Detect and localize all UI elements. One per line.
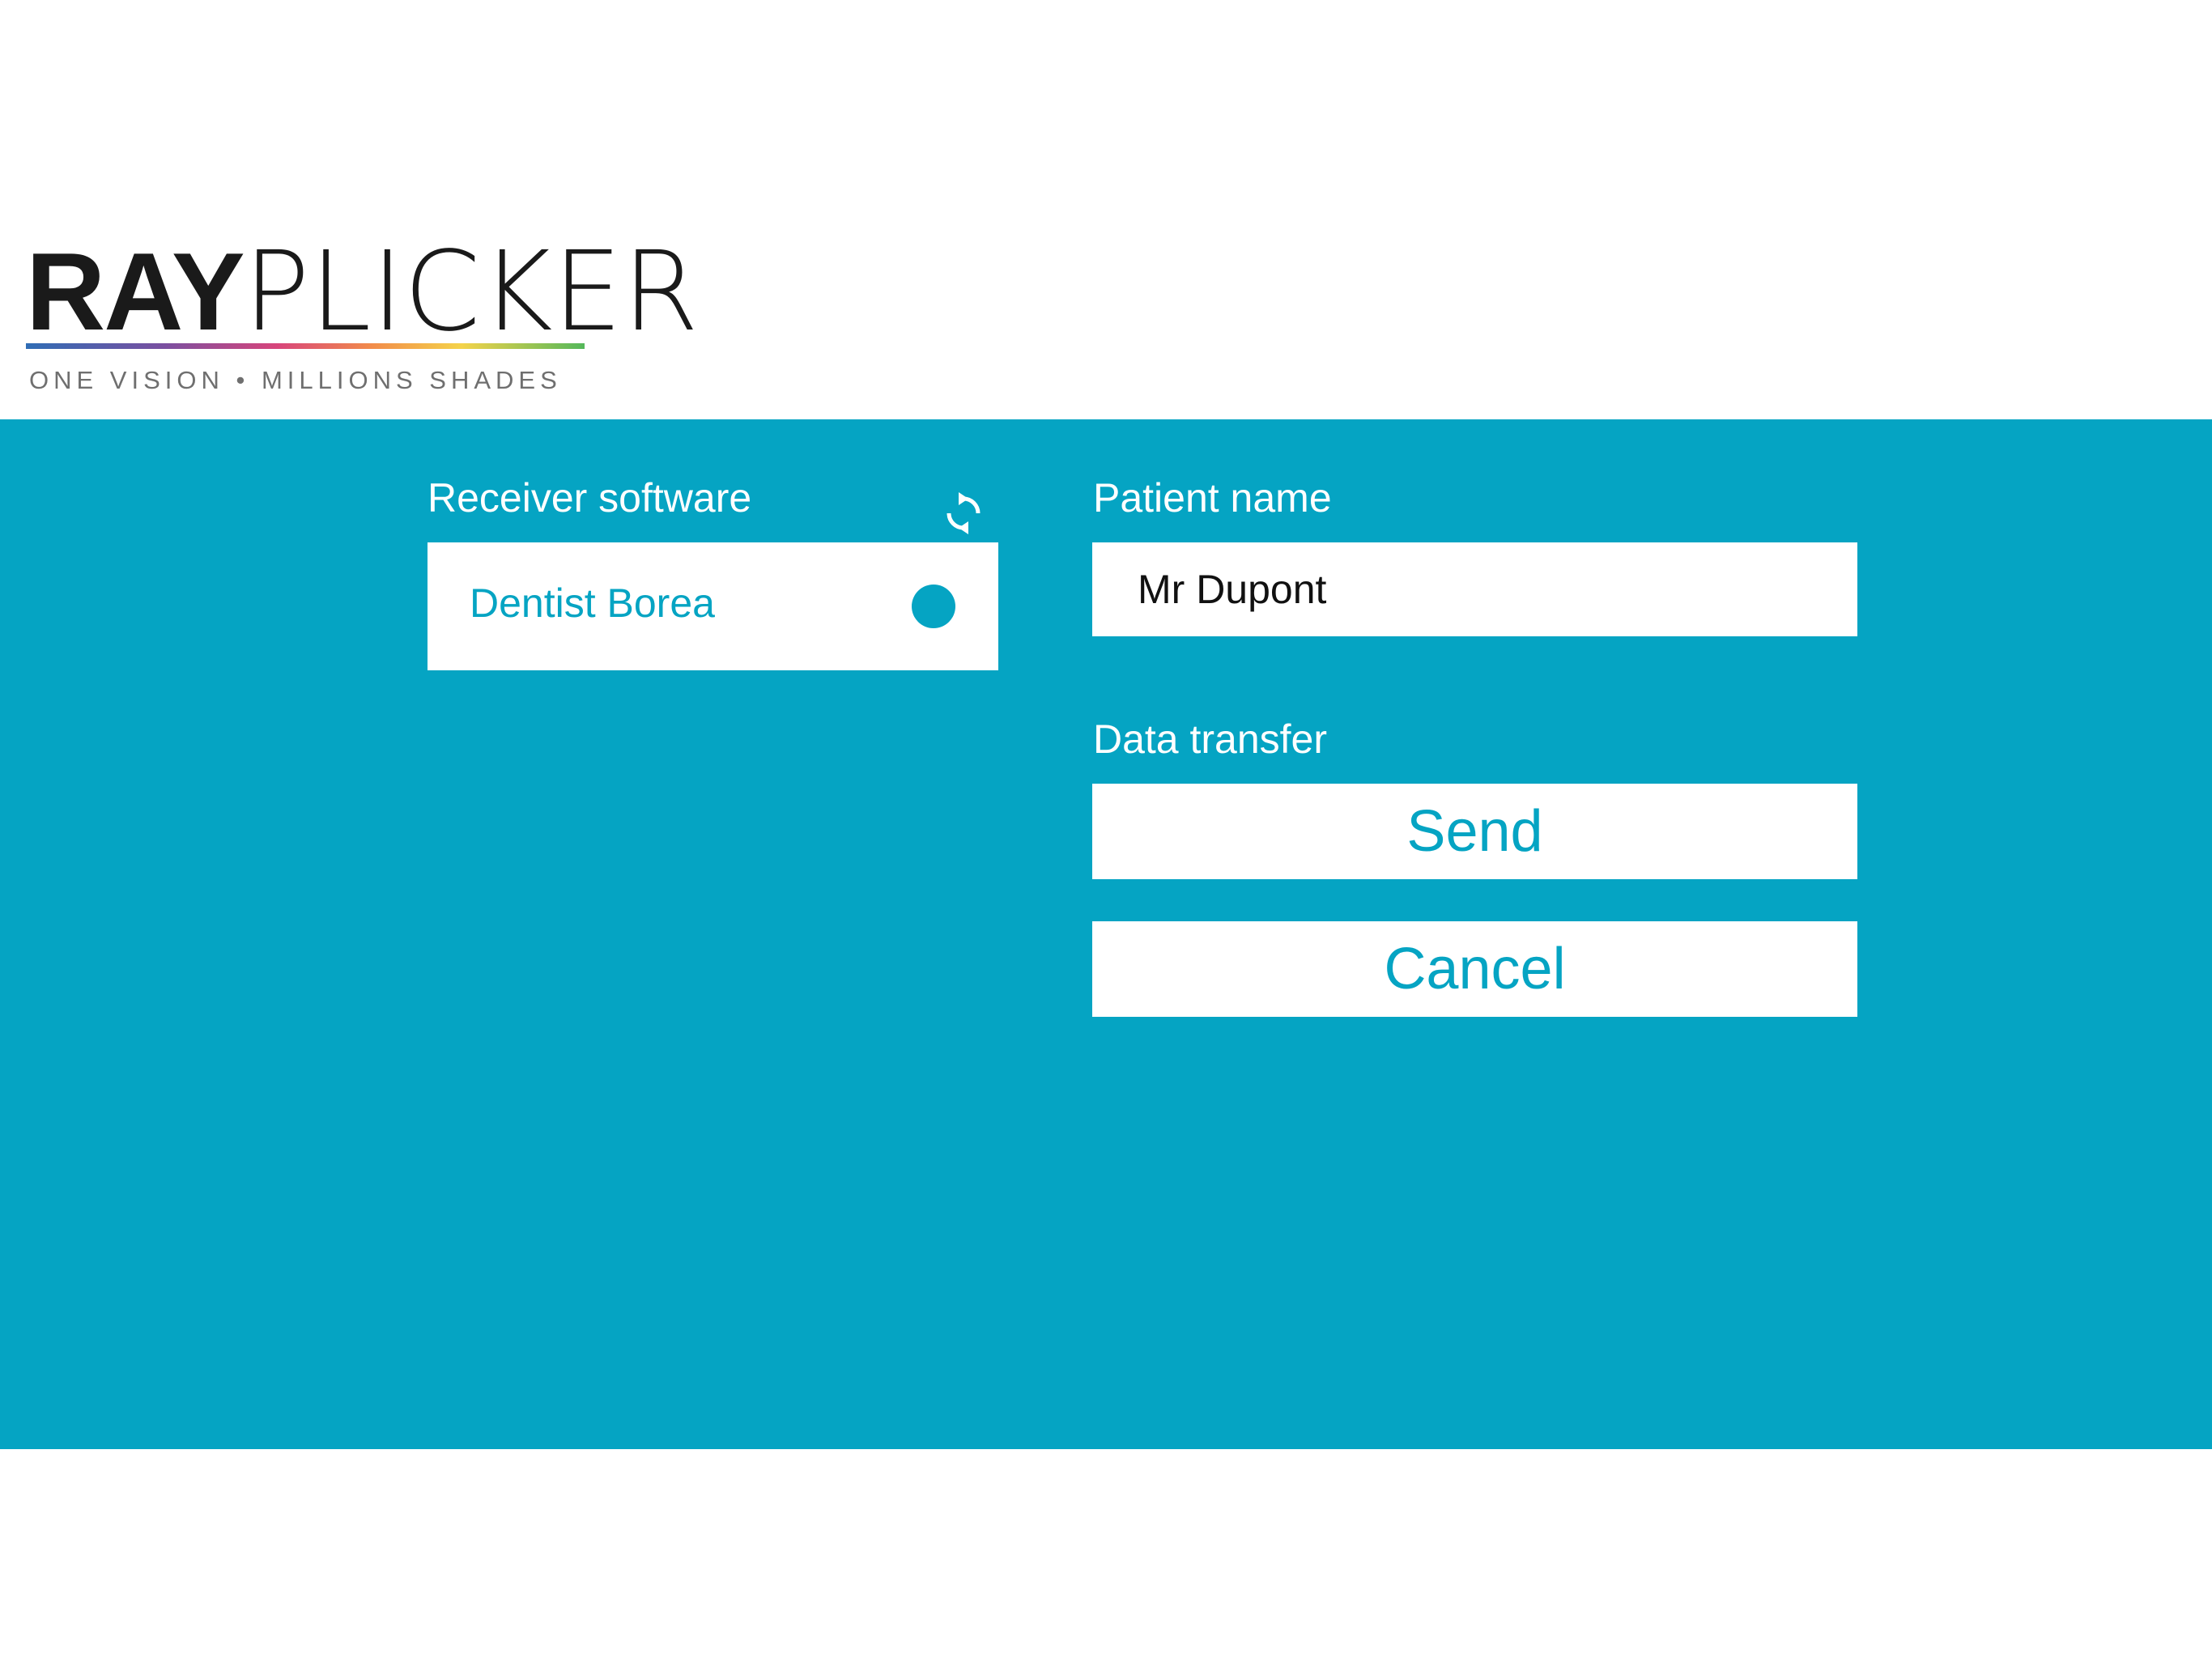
refresh-receivers-button[interactable]	[939, 489, 988, 538]
logo-ray: RAY	[26, 230, 245, 353]
patient-name-input[interactable]	[1092, 542, 1857, 636]
receiver-item-dentist-borea[interactable]: Dentist Borea	[428, 542, 998, 670]
refresh-icon	[946, 492, 981, 534]
receiver-software-list: Dentist Borea	[428, 542, 998, 670]
data-transfer-label: Data transfer	[1093, 716, 1328, 762]
receiver-item-label: Dentist Borea	[470, 580, 715, 626]
receiver-software-label: Receiver software	[428, 475, 752, 521]
logo-plicker: PLICKER	[243, 228, 700, 356]
send-button[interactable]: Send	[1092, 784, 1857, 879]
rayplicker-logo: RAYPLICKER ONE VISION • MILLIONS SHADES	[26, 236, 699, 405]
patient-name-label: Patient name	[1093, 475, 1332, 521]
selected-radio-indicator	[912, 585, 955, 628]
logo-tagline: ONE VISION • MILLIONS SHADES	[29, 366, 562, 394]
logo-wordmark: RAYPLICKER	[26, 236, 699, 347]
cancel-button[interactable]: Cancel	[1092, 921, 1857, 1017]
screen: RAYPLICKER ONE VISION • MILLIONS SHADES …	[0, 0, 2212, 1658]
logo-rainbow-bar	[26, 343, 585, 349]
send-panel: Receiver software Dentist Borea Patient …	[0, 419, 2212, 1449]
